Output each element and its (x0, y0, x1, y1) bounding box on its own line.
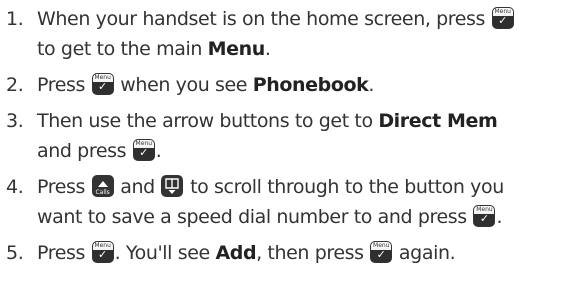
menu-key-icon: Menu ✓ (132, 139, 155, 161)
menu-key-icon: Menu ✓ (91, 241, 114, 263)
step-bold-text: Add (215, 242, 257, 264)
step-text: again. (398, 242, 456, 264)
step-number: 5. (6, 242, 24, 264)
step-1: 1. When your handset is on the home scre… (6, 4, 581, 64)
step-5: 5. Press Menu ✓ . You'll see Add, then p… (6, 238, 581, 268)
step-4: 4. Press Calls and to scroll through to … (6, 172, 581, 232)
step-1-line-2: to get to the main Menu. (37, 34, 581, 64)
step-text: to get to the main (37, 38, 202, 60)
step-text: , then press (256, 242, 364, 264)
step-text: Press (37, 176, 86, 198)
menu-key-icon: Menu ✓ (370, 241, 393, 263)
step-text: . (155, 140, 162, 162)
menu-key-icon: Menu ✓ (491, 7, 514, 29)
step-bold-text: Phonebook (252, 74, 369, 96)
step-text: Then use the arrow buttons to get to (37, 110, 373, 132)
step-text: and press (37, 140, 127, 162)
step-2-line-1: Press Menu ✓ when you see Phonebook. (37, 70, 581, 100)
step-text: . You'll see (114, 242, 211, 264)
step-text: . (368, 74, 375, 96)
step-text: to scroll through to the button you (190, 176, 504, 198)
step-number: 1. (6, 8, 24, 30)
step-3: 3. Then use the arrow buttons to get to … (6, 106, 581, 166)
step-1-line-1: When your handset is on the home screen,… (37, 4, 581, 34)
step-text: . (496, 206, 503, 228)
step-number: 2. (6, 74, 24, 96)
phonebook-down-icon (161, 175, 184, 197)
step-text: Press (37, 242, 86, 264)
phonebook-down-glyph (165, 178, 180, 194)
step-text: . (264, 38, 271, 60)
step-3-line-1: Then use the arrow buttons to get to Dir… (37, 106, 581, 136)
step-bold-text: Menu (207, 38, 266, 60)
step-3-line-2: and press Menu ✓ . (37, 136, 581, 166)
step-bold-text: Direct Mem (378, 110, 498, 132)
menu-key-icon: Menu ✓ (91, 73, 114, 95)
step-text: When your handset is on the home screen,… (37, 8, 486, 30)
step-text: Press (37, 74, 86, 96)
step-5-line-1: Press Menu ✓ . You'll see Add, then pres… (37, 238, 581, 268)
step-4-line-1: Press Calls and to scroll through to the… (37, 172, 581, 202)
step-2: 2. Press Menu ✓ when you see Phonebook. (6, 70, 581, 100)
steps-list: 1. When your handset is on the home scre… (6, 4, 581, 268)
step-text: when you see (120, 74, 248, 96)
up-arrow-icon: Calls (91, 175, 114, 197)
step-4-line-2: want to save a speed dial number to and … (37, 202, 581, 232)
step-number: 3. (6, 110, 24, 132)
step-text: want to save a speed dial number to and … (37, 206, 467, 228)
instructions-document: 1. When your handset is on the home scre… (0, 0, 587, 287)
menu-key-icon: Menu ✓ (473, 205, 496, 227)
step-text: and (120, 176, 155, 198)
step-number: 4. (6, 176, 24, 198)
